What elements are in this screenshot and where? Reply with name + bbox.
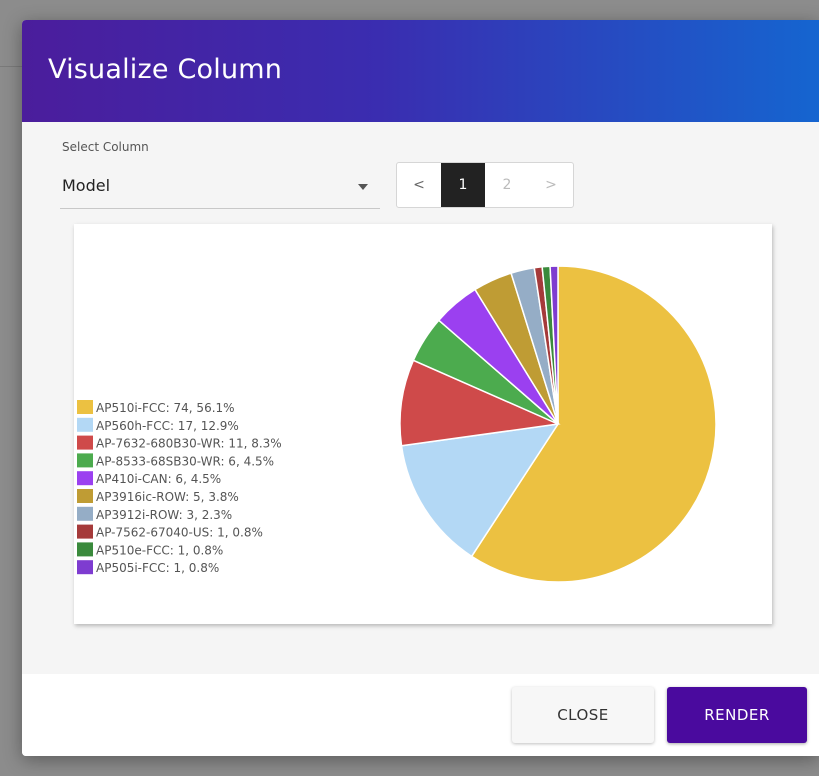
pagination-page-1[interactable]: 1 bbox=[441, 163, 485, 207]
pagination-next-button[interactable]: > bbox=[529, 163, 573, 207]
pie-slices bbox=[399, 265, 717, 583]
close-button[interactable]: CLOSE bbox=[512, 687, 654, 743]
select-column-value: Model bbox=[62, 176, 111, 195]
legend-swatch bbox=[77, 489, 93, 503]
legend-label: AP3912i-ROW: 3, 2.3% bbox=[96, 508, 232, 522]
legend-label: AP3916ic-ROW: 5, 3.8% bbox=[96, 490, 239, 504]
dialog-title: Visualize Column bbox=[48, 54, 283, 85]
dialog-footer: CLOSE RENDER bbox=[22, 674, 819, 756]
legend-swatch bbox=[77, 560, 93, 575]
pagination-prev-button[interactable]: < bbox=[397, 163, 441, 207]
legend-swatch bbox=[77, 400, 93, 414]
select-column-dropdown[interactable]: Model bbox=[60, 170, 380, 209]
legend-swatch bbox=[77, 471, 93, 486]
legend-label: AP-8533-68SB30-WR: 6, 4.5% bbox=[96, 454, 274, 468]
select-column-label: Select Column bbox=[62, 140, 149, 154]
chart-card: AP510i-FCC: 74, 56.1% AP560h-FCC: 17, 12.… bbox=[74, 224, 772, 624]
legend-swatch bbox=[77, 453, 93, 468]
caret-down-icon bbox=[358, 184, 368, 190]
legend-label: AP510e-FCC: 1, 0.8% bbox=[96, 543, 223, 557]
legend-swatch bbox=[77, 524, 93, 539]
legend-label: AP-7632-680B30-WR: 11, 8.3% bbox=[96, 437, 282, 451]
legend-swatch bbox=[77, 506, 93, 521]
pagination: < 1 2 > bbox=[396, 162, 574, 208]
dialog-body: Select Column Model < 1 2 > AP510i-FCC: … bbox=[22, 122, 819, 674]
backdrop-divider bbox=[0, 66, 22, 67]
legend-label: AP505i-FCC: 1, 0.8% bbox=[96, 561, 219, 575]
pie-chart: AP510i-FCC: 74, 56.1% AP560h-FCC: 17, 12.… bbox=[77, 265, 717, 583]
pie-legend: AP510i-FCC: 74, 56.1% AP560h-FCC: 17, 12.… bbox=[77, 400, 282, 575]
legend-label: AP560h-FCC: 17, 12.9% bbox=[96, 419, 239, 433]
pagination-page-2[interactable]: 2 bbox=[485, 163, 529, 207]
legend-label: AP-7562-67040-US: 1, 0.8% bbox=[96, 526, 263, 540]
legend-label: AP510i-FCC: 74, 56.1% bbox=[96, 401, 235, 415]
legend-swatch bbox=[77, 417, 93, 432]
legend-swatch bbox=[77, 542, 93, 557]
visualize-column-dialog: Visualize Column Select Column Model < 1… bbox=[22, 20, 819, 756]
legend-swatch bbox=[77, 435, 93, 450]
dialog-header: Visualize Column bbox=[22, 20, 819, 122]
render-button[interactable]: RENDER bbox=[667, 687, 807, 743]
legend-label: AP410i-CAN: 6, 4.5% bbox=[96, 472, 221, 486]
